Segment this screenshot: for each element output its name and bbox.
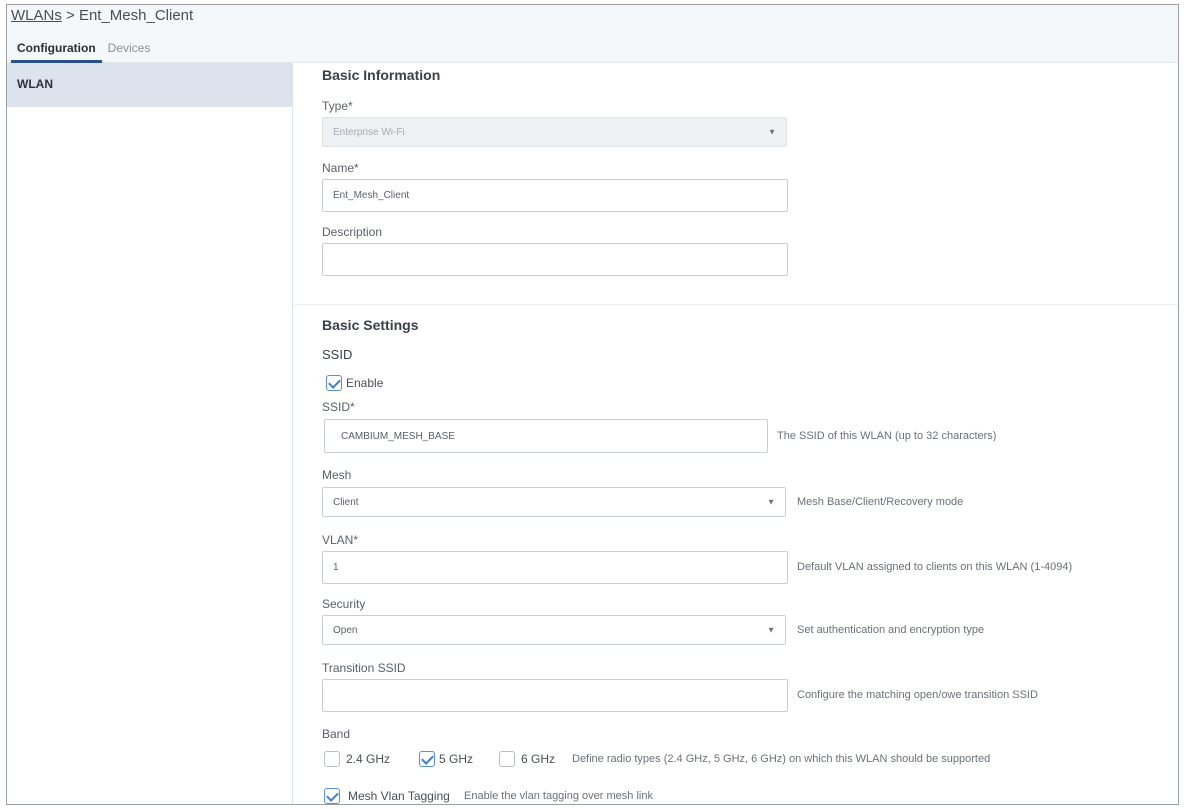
description-input[interactable]	[322, 243, 788, 276]
tab-bar: Configuration Devices	[7, 35, 156, 63]
enable-label: Enable	[346, 376, 384, 390]
type-label: Type*	[322, 99, 353, 113]
band-6ghz-checkbox[interactable]	[499, 751, 515, 767]
type-select: Enterprise Wi-Fi ▼	[322, 117, 787, 147]
ssid-help: The SSID of this WLAN (up to 32 characte…	[777, 430, 997, 442]
mesh-select[interactable]: Client ▼	[322, 487, 786, 517]
app-window: WLANs > Ent_Mesh_Client Configuration De…	[6, 4, 1179, 805]
caret-down-icon: ▼	[768, 127, 776, 137]
vlan-help: Default VLAN assigned to clients on this…	[797, 561, 1073, 573]
header-bar: WLANs > Ent_Mesh_Client Configuration De…	[7, 5, 1178, 63]
enable-checkbox[interactable]	[326, 375, 342, 391]
section-divider	[294, 304, 1178, 305]
section-title-basic-information: Basic Information	[322, 67, 441, 83]
security-value: Open	[333, 624, 358, 636]
band-5ghz-checkbox[interactable]	[419, 751, 435, 767]
name-input[interactable]: Ent_Mesh_Client	[322, 179, 788, 212]
mesh-value: Client	[333, 496, 359, 508]
main-content: Basic Information Type* Enterprise Wi-Fi…	[294, 63, 1178, 804]
vlan-input[interactable]: 1	[322, 551, 788, 584]
band-2-4ghz-checkbox[interactable]	[324, 751, 340, 767]
breadcrumb-link-wlans[interactable]: WLANs	[11, 7, 62, 24]
caret-down-icon: ▼	[767, 625, 775, 635]
vlan-label: VLAN*	[322, 533, 359, 547]
name-label: Name*	[322, 161, 359, 175]
sidebar: WLAN	[7, 63, 293, 804]
transition-ssid-input[interactable]	[322, 679, 788, 712]
name-value: Ent_Mesh_Client	[333, 190, 410, 201]
ssid-heading: SSID	[322, 347, 353, 362]
ssid-input[interactable]: CAMBIUM_MESH_BASE	[324, 419, 768, 453]
band-5ghz-label: 5 GHz	[439, 752, 474, 766]
security-label: Security	[322, 597, 366, 611]
band-2-4ghz-label: 2.4 GHz	[346, 752, 391, 766]
mesh-vlan-tagging-label: Mesh Vlan Tagging	[348, 789, 450, 803]
band-label: Band	[322, 727, 351, 741]
breadcrumb-current: Ent_Mesh_Client	[78, 7, 194, 24]
transition-ssid-help: Configure the matching open/owe transiti…	[797, 689, 1038, 701]
tab-devices[interactable]: Devices	[102, 35, 157, 63]
caret-down-icon: ▼	[767, 497, 775, 507]
mesh-vlan-tagging-checkbox[interactable]	[324, 788, 340, 804]
mesh-vlan-tagging-help: Enable the vlan tagging over mesh link	[464, 790, 653, 802]
transition-ssid-label: Transition SSID	[322, 661, 406, 675]
mesh-help: Mesh Base/Client/Recovery mode	[797, 496, 964, 508]
breadcrumb-separator: >	[66, 7, 75, 24]
vlan-value: 1	[333, 562, 339, 573]
security-help: Set authentication and encryption type	[797, 624, 985, 636]
band-6ghz-label: 6 GHz	[521, 752, 556, 766]
tab-configuration[interactable]: Configuration	[11, 35, 102, 63]
security-select[interactable]: Open ▼	[322, 615, 786, 645]
mesh-label: Mesh	[322, 468, 352, 482]
band-help: Define radio types (2.4 GHz, 5 GHz, 6 GH…	[572, 753, 991, 765]
sidebar-item-wlan[interactable]: WLAN	[7, 63, 292, 107]
type-value: Enterprise Wi-Fi	[333, 126, 405, 138]
breadcrumb: WLANs > Ent_Mesh_Client	[11, 7, 193, 24]
section-title-basic-settings: Basic Settings	[322, 317, 419, 333]
ssid-label: SSID*	[322, 400, 355, 414]
description-label: Description	[322, 225, 383, 239]
ssid-value: CAMBIUM_MESH_BASE	[341, 430, 455, 442]
